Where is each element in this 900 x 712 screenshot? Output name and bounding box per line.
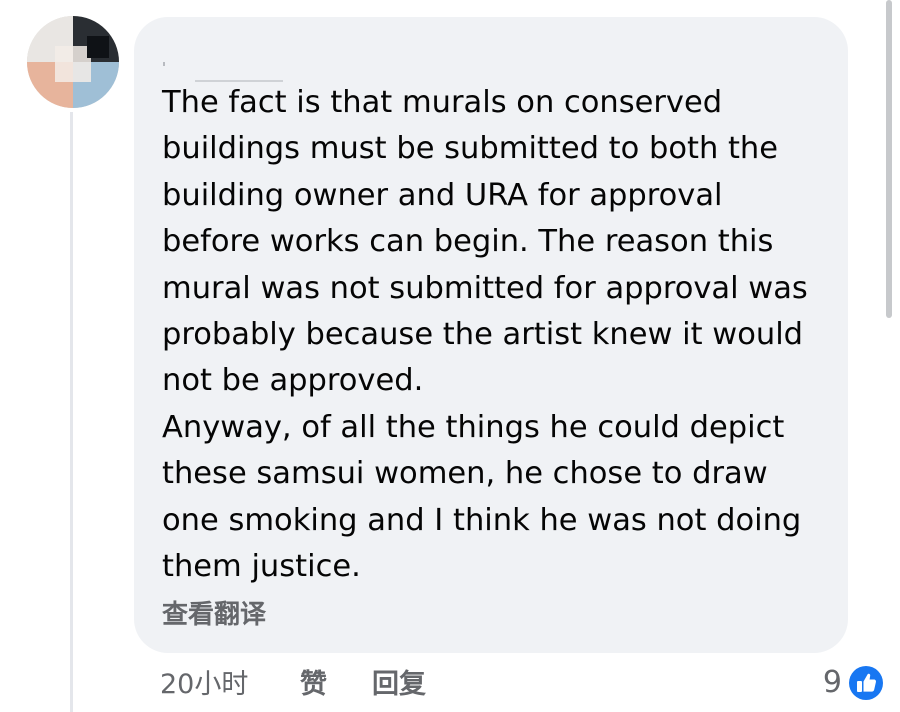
scrollbar[interactable] — [886, 0, 892, 318]
like-button[interactable]: 赞 — [300, 665, 327, 705]
reaction-summary[interactable]: 9 — [823, 662, 884, 704]
reaction-count: 9 — [822, 665, 842, 700]
reply-button[interactable]: 回复 — [372, 665, 426, 705]
comment-timestamp: 20小时 — [160, 669, 249, 700]
see-translation-link[interactable]: 查看翻译 — [162, 598, 266, 632]
avatar[interactable] — [27, 16, 119, 108]
comment-text: The fact is that murals on conserved bui… — [162, 85, 808, 585]
comment-screen: The fact is that murals on conserved bui… — [0, 0, 900, 712]
thread-line — [70, 112, 73, 712]
commenter-name-redacted — [163, 62, 165, 66]
like-thumbs-up-icon — [849, 666, 883, 700]
